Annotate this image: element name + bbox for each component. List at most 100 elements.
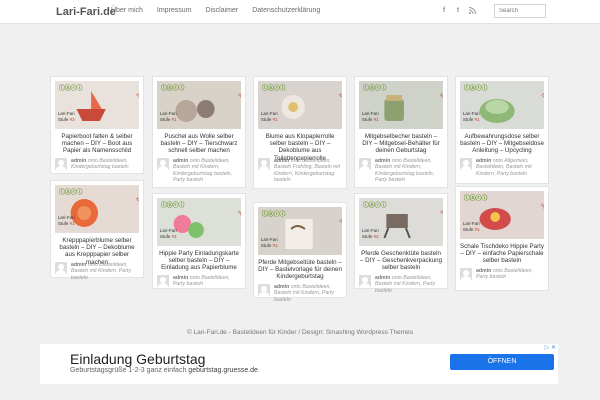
post-thumbnail[interactable]: ⓛⓐⓡⓘ Lari-Fari Stufe #3 Papierboot selbe… xyxy=(55,81,139,129)
svg-text:ⓛⓐⓡⓘ: ⓛⓐⓡⓘ xyxy=(262,84,285,92)
post-meta: admin onto Bastelideen, Basteln mit Kind… xyxy=(55,261,139,284)
nav-item-disclaimer[interactable]: Disclaimer xyxy=(199,7,246,14)
post-meta-text: admin onto Bastelideen, Kindergeburtstag… xyxy=(71,158,139,171)
social-links: f t xyxy=(440,6,476,14)
svg-text:Stufe #1: Stufe #1 xyxy=(463,117,480,122)
meta-joiner: onto xyxy=(290,283,301,290)
post-meta-text: admin onto Bastelideen, Party basteln xyxy=(173,275,241,288)
svg-text:Lari-Fari: Lari-Fari xyxy=(261,111,278,116)
nav-item-datenschutz[interactable]: Datenschutzerklärung xyxy=(245,7,327,14)
post-meta-text: admin onto Bastelideen, Basteln Frühling… xyxy=(274,158,342,184)
post-author[interactable]: admin xyxy=(274,158,289,164)
post-thumbnail[interactable]: ⓛⓐⓡⓘ Lari-Fari Stufe #1 Puschel selber m… xyxy=(157,81,241,129)
post-thumbnail-image[interactable]: ⓛⓐⓡⓘ Lari-Fari Stufe #1 Pferde Mitgebsel… xyxy=(258,207,342,255)
post-thumbnail-image[interactable]: ⓛⓐⓡⓘ Lari-Fari Stufe #1 Klopapierrolle B… xyxy=(258,81,342,129)
post-author[interactable]: admin xyxy=(375,158,390,164)
svg-text:ⓛⓐⓡⓘ: ⓛⓐⓡⓘ xyxy=(59,188,82,196)
svg-text:Stufe #1: Stufe #1 xyxy=(463,227,480,232)
svg-text:ⓛⓐⓡⓘ: ⓛⓐⓡⓘ xyxy=(59,84,82,92)
meta-joiner: onto xyxy=(492,157,503,164)
post-author[interactable]: admin xyxy=(173,158,188,164)
post-card[interactable]: ⓛⓐⓡⓘ Lari-Fari Stufe #1 Tiere aus Kleber… xyxy=(455,76,549,184)
svg-text:ⓛⓐⓡⓘ: ⓛⓐⓡⓘ xyxy=(262,210,285,218)
post-author[interactable]: admin xyxy=(375,275,390,281)
post-card[interactable]: ⓛⓐⓡⓘ Lari-Fari Stufe #3 Papierboot selbe… xyxy=(50,76,144,174)
svg-text:ⓛⓐⓡⓘ: ⓛⓐⓡⓘ xyxy=(363,84,386,92)
svg-text:Lari-Fari: Lari-Fari xyxy=(362,228,379,233)
post-thumbnail[interactable]: ⓛⓐⓡⓘ Lari-Fari Stufe #1 Hippie Party Ein… xyxy=(157,198,241,246)
search-input[interactable] xyxy=(494,4,546,18)
post-thumbnail-image[interactable]: ⓛⓐⓡⓘ Lari-Fari Stufe #2 Pferde Geschenkt… xyxy=(359,198,443,246)
svg-text:Stufe #1: Stufe #1 xyxy=(261,117,278,122)
meta-joiner: onto xyxy=(87,157,98,164)
author-avatar xyxy=(359,157,371,170)
post-thumbnail[interactable]: ⓛⓐⓡⓘ Lari-Fari Stufe #1 Hippie Tischdeko… xyxy=(460,191,544,239)
post-title[interactable]: Papierboot falten & selber machen – DIY … xyxy=(55,133,139,155)
svg-text:Lari-Fari: Lari-Fari xyxy=(463,111,480,116)
post-thumbnail[interactable]: ⓛⓐⓡⓘ Lari-Fari Stufe #2 Pferde Geschenkt… xyxy=(359,198,443,246)
post-author[interactable]: admin xyxy=(274,284,289,290)
post-thumbnail-image[interactable]: ⓛⓐⓡⓘ Lari-Fari Stufe #3 Papierboot selbe… xyxy=(55,81,139,129)
post-card[interactable]: ⓛⓐⓡⓘ Lari-Fari Stufe #2 Pferde Geschenkt… xyxy=(354,193,448,294)
post-title[interactable]: Schale Tischdeko Hippie Party – DIY – ei… xyxy=(460,243,544,265)
facebook-icon[interactable]: f xyxy=(440,6,448,14)
meta-joiner: onto xyxy=(391,274,402,281)
post-thumbnail-image[interactable]: ⓛⓐⓡⓘ Lari-Fari Stufe #1 Puschel selber m… xyxy=(157,81,241,129)
post-card[interactable]: ⓛⓐⓡⓘ Lari-Fari Stufe #1 Krepppapier-blum… xyxy=(50,180,144,281)
rss-icon[interactable] xyxy=(468,6,476,14)
post-author[interactable]: admin xyxy=(71,262,86,268)
post-card[interactable]: ⓛⓐⓡⓘ Lari-Fari Stufe #1 Hippie Party Ein… xyxy=(152,193,246,289)
post-title[interactable]: Hippie Party Einladungskarte selber bast… xyxy=(157,250,241,272)
meta-joiner: onto xyxy=(492,267,503,274)
post-thumbnail-image[interactable]: ⓛⓐⓡⓘ Lari-Fari Stufe #1 Mitgebsel-becher xyxy=(359,81,443,129)
meta-joiner: onto xyxy=(87,261,98,268)
post-meta-text: admin onto Allgemein, Bastelideen, Baste… xyxy=(476,158,544,178)
meta-joiner: onto xyxy=(391,157,402,164)
ad-open-button[interactable]: ÖFFNEN xyxy=(450,354,554,370)
post-title[interactable]: Aufbewahrungsdose selber basteln – DIY –… xyxy=(460,133,544,155)
footer-copyright[interactable]: © Lari-Fari.de xyxy=(187,329,227,336)
post-thumbnail[interactable]: ⓛⓐⓡⓘ Lari-Fari Stufe #1 Klopapierrolle B… xyxy=(258,81,342,129)
post-thumbnail[interactable]: ⓛⓐⓡⓘ Lari-Fari Stufe #1 Pferde Mitgebsel… xyxy=(258,207,342,255)
nav-item-impressum[interactable]: Impressum xyxy=(150,7,199,14)
post-thumbnail-image[interactable]: ⓛⓐⓡⓘ Lari-Fari Stufe #1 Hippie Party Ein… xyxy=(157,198,241,246)
post-card[interactable]: ⓛⓐⓡⓘ Lari-Fari Stufe #1 Hippie Tischdeko… xyxy=(455,186,549,291)
post-title[interactable]: Pferde Mitgebseltüte basteln – DIY – Bas… xyxy=(258,259,342,281)
post-author[interactable]: admin xyxy=(476,268,491,274)
post-thumbnail-image[interactable]: ⓛⓐⓡⓘ Lari-Fari Stufe #1 Tiere aus Kleber… xyxy=(460,81,544,129)
twitter-icon[interactable]: t xyxy=(454,6,462,14)
meta-joiner: onto xyxy=(290,157,301,164)
post-title[interactable]: Puschel aus Wolle selber basteln – DIY –… xyxy=(157,133,241,155)
ad-choices-icon[interactable]: ▷ ✕ xyxy=(545,344,556,351)
post-thumbnail[interactable]: ⓛⓐⓡⓘ Lari-Fari Stufe #1 Krepppapier-blum… xyxy=(55,185,139,233)
post-author[interactable]: admin xyxy=(71,158,86,164)
post-card[interactable]: ⓛⓐⓡⓘ Lari-Fari Stufe #1 Puschel selber m… xyxy=(152,76,246,188)
ad-banner[interactable]: Einladung Geburtstag Geburtstagsgrüße 1-… xyxy=(40,344,558,384)
nav-item-ueber-mich[interactable]: Über mich xyxy=(104,7,150,14)
author-avatar xyxy=(157,157,169,170)
footer-design-link[interactable]: Smashing Wordpress Themes xyxy=(326,329,413,336)
post-meta-text: admin onto Bastelideen, Party basteln xyxy=(476,268,544,281)
post-thumbnail-image[interactable]: ⓛⓐⓡⓘ Lari-Fari Stufe #1 Hippie Tischdeko… xyxy=(460,191,544,239)
post-author[interactable]: admin xyxy=(173,275,188,281)
svg-text:Stufe #1: Stufe #1 xyxy=(160,117,177,122)
footer-tagline[interactable]: Bastelideen für Kinder xyxy=(233,329,297,336)
post-meta: admin onto Bastelideen, Kindergeburtstag… xyxy=(55,157,139,180)
ad-title[interactable]: Einladung Geburtstag xyxy=(70,351,205,367)
post-meta: admin onto Bastelideen, Basteln mit Kind… xyxy=(359,274,443,297)
post-card[interactable]: ⓛⓐⓡⓘ Lari-Fari Stufe #1 Pferde Mitgebsel… xyxy=(253,202,347,303)
post-author[interactable]: admin xyxy=(476,158,491,164)
svg-text:Stufe #1: Stufe #1 xyxy=(261,243,278,248)
author-avatar xyxy=(359,274,371,287)
post-meta: admin onto Bastelideen, Basteln Frühling… xyxy=(258,157,342,183)
post-meta-text: admin onto Bastelideen, Basteln mit Kind… xyxy=(71,262,139,282)
svg-text:Lari-Fari: Lari-Fari xyxy=(362,111,379,116)
post-card[interactable]: ⓛⓐⓡⓘ Lari-Fari Stufe #1 Mitgebsel-becher… xyxy=(354,76,448,188)
post-card[interactable]: ⓛⓐⓡⓘ Lari-Fari Stufe #1 Klopapierrolle B… xyxy=(253,76,347,189)
post-title[interactable]: Mitgebselbecher basteln – DIY – Mitgebse… xyxy=(359,133,443,155)
author-avatar xyxy=(258,283,270,296)
post-thumbnail[interactable]: ⓛⓐⓡⓘ Lari-Fari Stufe #1 Mitgebsel-becher xyxy=(359,81,443,129)
post-thumbnail-image[interactable]: ⓛⓐⓡⓘ Lari-Fari Stufe #1 Krepppapier-blum… xyxy=(55,185,139,233)
post-thumbnail[interactable]: ⓛⓐⓡⓘ Lari-Fari Stufe #1 Tiere aus Kleber… xyxy=(460,81,544,129)
post-title[interactable]: Pferde Geschenktüte basteln – DIY – Gesc… xyxy=(359,250,443,272)
